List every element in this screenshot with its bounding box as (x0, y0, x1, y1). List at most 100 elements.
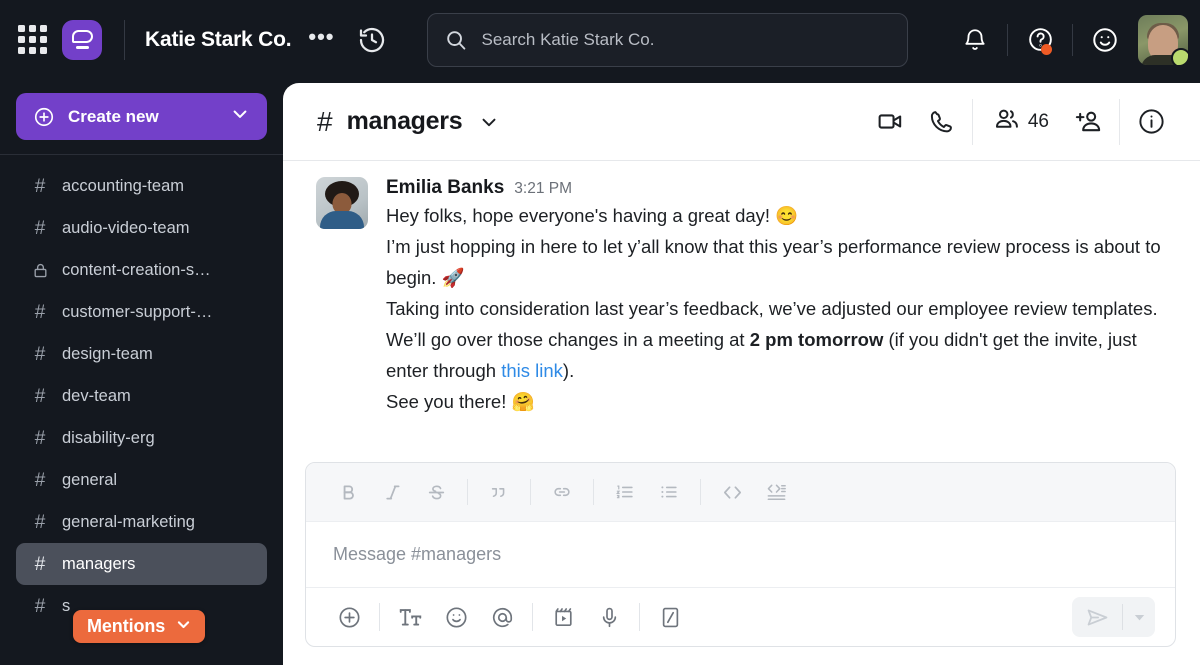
main-panel: # managers 46 Emilia Banks 3:21 PM Hey f… (283, 83, 1200, 665)
formatting-toolbar (306, 463, 1175, 522)
sidebar-divider (0, 154, 283, 155)
presence-indicator (1171, 47, 1188, 65)
inline-code-icon[interactable] (710, 472, 754, 512)
hash-icon: # (30, 513, 50, 532)
sidebar-item-customer-support-[interactable]: # customer-support-… (16, 291, 267, 333)
chevron-down-icon[interactable] (478, 111, 500, 133)
code-block-icon[interactable] (754, 472, 798, 512)
message-composer: Message #managers (305, 462, 1176, 647)
member-count: 46 (1027, 110, 1049, 132)
sidebar-item-general-marketing[interactable]: # general-marketing (16, 501, 267, 543)
link-icon[interactable] (540, 472, 584, 512)
message-link[interactable]: this link (501, 360, 563, 381)
channel-title[interactable]: managers (347, 107, 463, 136)
search-input[interactable]: Search Katie Stark Co. (426, 12, 908, 67)
ordered-list-icon[interactable] (603, 472, 647, 512)
logo-bubble-shape (71, 29, 93, 43)
hash-glyph: # (34, 385, 46, 407)
attach-plus-icon[interactable] (326, 595, 372, 639)
info-circle-icon[interactable] (1126, 97, 1176, 147)
mention-icon[interactable] (479, 595, 525, 639)
search-icon (444, 28, 468, 52)
user-avatar[interactable] (316, 177, 368, 229)
channel-list: # accounting-team # audio-video-team content… (0, 165, 283, 627)
sidebar-item-label: content-creation-s… (62, 260, 211, 279)
phone-icon[interactable] (916, 97, 966, 147)
hash-icon: # (30, 471, 50, 490)
hash-glyph: # (34, 595, 46, 617)
sidebar-item-label: general-marketing (62, 512, 195, 531)
channel-header: # managers 46 (283, 83, 1200, 161)
sidebar-item-disability-erg[interactable]: # disability-erg (16, 417, 267, 459)
hash-icon: # (30, 387, 50, 406)
help-circle-icon[interactable] (1017, 17, 1063, 63)
create-new-button[interactable]: Create new (16, 93, 267, 140)
toolbar-divider-4 (700, 479, 701, 505)
sidebar-item-label: general (62, 470, 118, 489)
channel-header-actions: 46 (866, 97, 1176, 147)
hash-glyph: # (34, 511, 46, 533)
video-camera-icon[interactable] (866, 97, 916, 147)
hash-icon: # (30, 345, 50, 364)
top-bar: Katie Stark Co. ••• Search Katie Stark C… (0, 0, 1200, 79)
blockquote-icon[interactable] (477, 472, 521, 512)
slash-command-icon[interactable] (647, 595, 693, 639)
italic-icon[interactable] (370, 472, 414, 512)
hash-glyph: # (34, 175, 46, 197)
send-button-group (1072, 597, 1155, 637)
message-author[interactable]: Emilia Banks (386, 177, 504, 199)
microphone-icon[interactable] (586, 595, 632, 639)
sidebar-item-content-creation-s[interactable]: content-creation-s… (16, 249, 267, 291)
hash-glyph: # (34, 427, 46, 449)
strikethrough-icon[interactable] (414, 472, 458, 512)
members-button[interactable]: 46 (979, 105, 1063, 138)
text-format-icon[interactable] (387, 595, 433, 639)
toolbar-divider-1 (467, 479, 468, 505)
sidebar-item-managers[interactable]: # managers (16, 543, 267, 585)
sidebar-item-general[interactable]: # general (16, 459, 267, 501)
org-title[interactable]: Katie Stark Co. (145, 28, 292, 52)
message-header: Emilia Banks 3:21 PM (386, 177, 1170, 199)
mentions-label: Mentions (87, 616, 166, 636)
avatar-torso (320, 211, 364, 229)
sidebar-item-audio-video-team[interactable]: # audio-video-team (16, 207, 267, 249)
people-icon (993, 105, 1021, 138)
hash-glyph: # (34, 343, 46, 365)
top-divider-1 (1007, 23, 1008, 56)
top-bar-actions (952, 14, 1188, 65)
bulleted-list-icon[interactable] (647, 472, 691, 512)
sidebar-item-dev-team[interactable]: # dev-team (16, 375, 267, 417)
sidebar-item-label: accounting-team (62, 176, 184, 195)
bell-icon[interactable] (952, 17, 998, 63)
hash-icon: # (30, 303, 50, 322)
org-more-menu-button[interactable]: ••• (304, 25, 338, 54)
sidebar-item-accounting-team[interactable]: # accounting-team (16, 165, 267, 207)
search-placeholder: Search Katie Stark Co. (481, 29, 655, 49)
composer-actions (306, 587, 1175, 646)
video-clip-icon[interactable] (540, 595, 586, 639)
message-line-2: I’m just hopping in here to let y’all kn… (386, 236, 1161, 288)
bold-icon[interactable] (326, 472, 370, 512)
sidebar-item-label: managers (62, 554, 136, 573)
message-bold-text: 2 pm tomorrow (749, 329, 884, 350)
mentions-filter-pill[interactable]: Mentions (73, 610, 206, 643)
lock-icon (30, 262, 50, 279)
chevron-down-icon[interactable] (1123, 597, 1155, 637)
brand-chat-logo[interactable] (62, 19, 102, 60)
message-line-4: See you there! 🤗 (386, 391, 535, 412)
add-person-icon[interactable] (1063, 97, 1113, 147)
user-avatar[interactable] (1138, 14, 1188, 65)
hash-icon: # (30, 555, 50, 574)
create-new-label: Create new (68, 106, 159, 126)
header-divider-1 (971, 98, 973, 145)
sidebar-item-label: customer-support-… (62, 302, 213, 321)
smiley-face-icon[interactable] (1082, 17, 1128, 63)
message-list: Emilia Banks 3:21 PM Hey folks, hope eve… (283, 161, 1200, 417)
grid-apps-icon[interactable] (18, 24, 48, 55)
history-clock-icon[interactable] (357, 25, 387, 55)
message-input[interactable]: Message #managers (306, 522, 1175, 587)
emoji-icon[interactable] (433, 595, 479, 639)
message-line-3: Taking into consideration last year’s fe… (386, 293, 1170, 386)
send-arrow-icon[interactable] (1072, 597, 1122, 637)
sidebar-item-design-team[interactable]: # design-team (16, 333, 267, 375)
